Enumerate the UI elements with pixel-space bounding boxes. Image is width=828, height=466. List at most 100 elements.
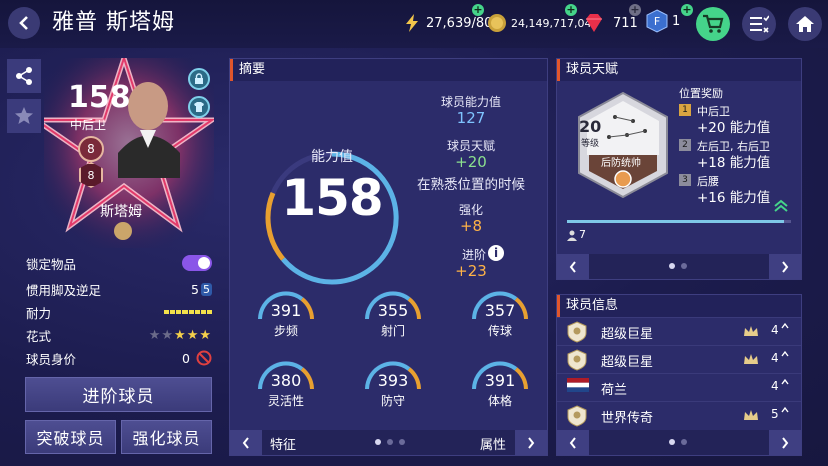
add-energy-button[interactable]: + [472,4,484,16]
info-label: 世界传奇 [601,411,654,426]
add-coins-button[interactable]: + [565,4,577,16]
stamina-row: 耐力 [26,302,212,322]
player-info-panel: 球员信息 超级巨星 4 超级巨星 4 荷兰 4 世界传奇 5 [556,294,802,456]
bonus-rank: 3 [679,174,691,186]
info-prev-button[interactable] [557,430,589,455]
lock-status-icon[interactable] [188,68,210,90]
foot-row: 惯用脚及逆足 5 5 [26,279,212,299]
bonus-rank: 2 [679,139,691,151]
shop-button[interactable] [696,7,730,41]
crown-icon [744,410,758,420]
favorite-button[interactable] [7,99,41,133]
stamina-label: 耐力 [26,305,52,321]
talent-name: 后防统帅 [601,158,641,169]
stamina-bar [164,310,212,314]
advance-player-button[interactable]: 进阶球员 [25,377,212,412]
info-icon[interactable]: i [488,245,504,261]
caret-up-icon [781,322,789,329]
bonus-value: +18 能力值 [697,155,771,171]
lock-item-row: 锁定物品 [26,253,212,273]
stat-label: 体格 [487,394,512,408]
info-icon-wrap [567,349,587,375]
ovr-value: 158 [281,169,383,227]
home-button[interactable] [788,7,822,41]
energy-counter[interactable]: 27,639/80 [402,13,492,33]
advance-value: +23 [455,262,487,280]
jersey-icon[interactable] [188,96,210,118]
tokens-counter[interactable]: F 1 [646,9,681,33]
value-row: 球员身价 0 [26,348,212,368]
enhance-player-button[interactable]: 强化球员 [121,420,212,454]
skill-stars: ★★★★★ [149,328,212,343]
add-gems-button[interactable]: + [629,4,641,16]
prev-page-button[interactable] [230,430,262,455]
strong-foot-value: 5 [191,281,199,297]
toggle-knob [198,257,210,269]
breakthrough-player-button[interactable]: 突破球员 [25,420,116,454]
skill-row: 花式 ★★★★★ [26,325,212,345]
coins-counter[interactable]: 24,149,717,049 [487,13,598,33]
enhance-value: +8 [459,217,483,235]
talent-next-button[interactable] [769,254,801,279]
player-value: 0 [182,350,190,366]
cart-icon [703,14,724,33]
talent-footer [557,254,801,279]
stat-value: 391 [270,301,302,320]
card-rank-badge: 8 [78,136,104,162]
page-dots [375,439,405,445]
next-page-button[interactable] [515,430,547,455]
info-label: 超级巨星 [601,327,654,342]
skill-star-icon: ★ [148,327,162,343]
chevron-right-icon [528,436,535,449]
talent-note: 在熟悉位置的时候 [417,177,525,193]
stat-label: 防守 [380,394,405,408]
chevron-left-icon [569,260,576,273]
skill-star-icon: ★ [161,327,175,343]
player-card[interactable]: 158 中后卫 8 8 斯塔姆 [44,58,214,248]
info-next-button[interactable] [769,430,801,455]
player-info-row[interactable]: 世界传奇 5 [557,401,801,428]
bonus-rank: 1 [679,104,691,116]
coin-icon [487,13,507,33]
shield-badge-icon [567,405,587,427]
player-info-row[interactable]: 超级巨星 4 [557,345,801,372]
stat-value: 355 [377,301,409,320]
enhance-label: 强化 [458,203,483,217]
chevron-left-icon [569,436,576,449]
info-count: 5 [771,407,779,421]
player-info-row[interactable]: 荷兰 4 [557,373,801,400]
info-count: 4 [771,323,779,337]
prohibited-icon [196,350,212,366]
bonus-value: +20 能力值 [697,120,771,136]
back-button[interactable] [8,7,40,39]
info-icon-wrap [567,405,587,431]
list-menu-icon [750,15,769,33]
base-ovr-label: 球员能力值 [440,95,501,109]
shield-badge-icon [567,321,587,343]
tokens-value: 1 [672,13,681,29]
info-label: 荷兰 [601,383,628,398]
lock-item-label: 锁定物品 [26,256,77,272]
shield-badge-icon [567,349,587,371]
attributes-tab[interactable]: 属性 [480,434,506,453]
add-tokens-button[interactable]: + [681,4,693,16]
base-ovr-value: 127 [456,109,486,127]
info-count: 4 [771,351,779,365]
share-button[interactable] [7,59,41,93]
advance-label: 进阶 [461,248,486,262]
info-icon-wrap [567,321,587,347]
lock-toggle[interactable] [182,255,212,271]
summary-header: 摘要 [230,59,547,81]
skill-star-icon: ★ [199,327,212,343]
card-position: 中后卫 [70,118,107,132]
gems-counter[interactable]: 711 [583,13,638,33]
talent-progress-fill [567,220,785,223]
chevron-left-icon [242,436,249,449]
lightning-icon [402,13,422,33]
talent-prev-button[interactable] [557,254,589,279]
skill-star-icon: ★ [174,327,187,343]
player-info-row[interactable]: 超级巨星 4 [557,317,801,344]
player-value-label: 球员身价 [26,351,77,367]
menu-button[interactable] [742,7,776,41]
traits-tab[interactable]: 特征 [270,434,296,453]
